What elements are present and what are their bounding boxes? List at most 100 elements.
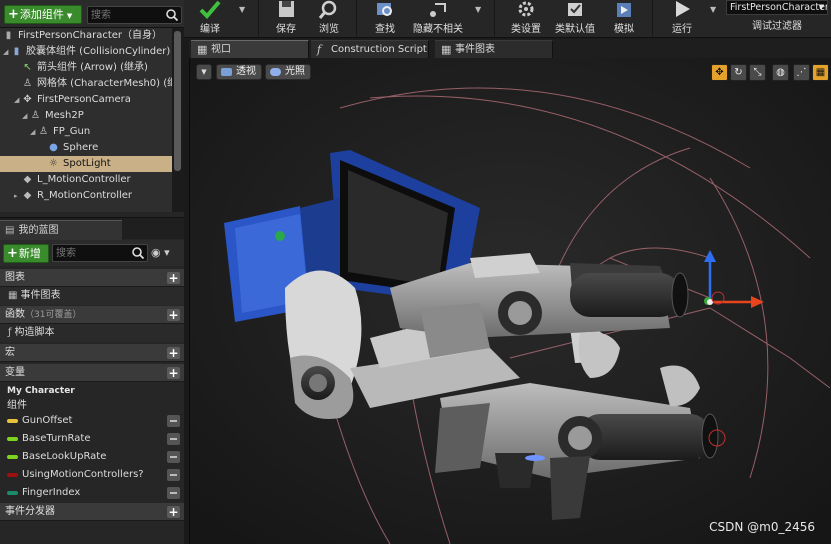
add-event-dispatcher-button[interactable]: +	[167, 506, 180, 518]
grid-snap-icon[interactable]: ▦	[812, 64, 829, 81]
class-settings-button[interactable]: 类设置	[506, 0, 546, 38]
hide-unrelated-chevron-icon[interactable]: ▼	[475, 5, 481, 14]
construction-script-item[interactable]: ƒ 构造脚本	[0, 324, 184, 342]
tree-scrollbar[interactable]	[172, 28, 184, 212]
rotate-tool-icon[interactable]: ↻	[730, 64, 747, 81]
section-variables[interactable]: 变量 +	[0, 364, 184, 382]
scale-tool-icon[interactable]: ⤡	[749, 64, 766, 81]
visibility-toggle-icon[interactable]	[167, 433, 180, 445]
mesh-icon: ♙	[31, 110, 40, 121]
variable-base-turn-rate[interactable]: BaseTurnRate	[0, 430, 184, 448]
toolbar-separator	[494, 0, 495, 38]
expand-arrow-icon: ◢	[3, 48, 9, 56]
editor-tabs: ▦ 视口 f Construction Script ▦ 事件图表	[189, 39, 831, 58]
tree-item-spotlight[interactable]: ☼ SpotLight	[0, 156, 172, 172]
components-tree: ▮ FirstPersonCharacter（自身） ◢ ▮ 胶囊体组件 (Colli…	[0, 28, 172, 212]
add-graph-button[interactable]: +	[167, 272, 180, 284]
toolbar-separator	[356, 0, 357, 38]
variable-type-pill	[7, 455, 18, 459]
tree-item-mesh2p[interactable]: ◢ ♙ Mesh2P	[0, 108, 172, 124]
world-local-toggle-icon[interactable]: ◍	[772, 64, 789, 81]
variable-type-pill	[7, 437, 18, 441]
class-defaults-button[interactable]: 类默认值	[552, 0, 598, 38]
variable-gun-offset[interactable]: GunOffset	[0, 412, 184, 430]
tab-viewport[interactable]: ▦ 视口	[191, 40, 309, 58]
viewport-scene[interactable]	[190, 58, 831, 544]
tree-item-l-motion-controller[interactable]: ◆ L_MotionController	[0, 172, 172, 188]
class-settings-gear-icon	[518, 1, 534, 17]
viewport[interactable]: ▼ 透视 光照 ✥ ↻ ⤡ ◍ ⋰ ▦ CSDN @m0_2456	[189, 58, 831, 544]
surface-snapping-icon[interactable]: ⋰	[793, 64, 810, 81]
sphere-icon: ●	[49, 142, 58, 153]
translate-tool-icon[interactable]: ✥	[711, 64, 728, 81]
tree-item-first-person-camera[interactable]: ◢ ✥ FirstPersonCamera	[0, 92, 172, 108]
book-icon: ▤	[5, 225, 15, 236]
tree-item-root[interactable]: ▮ FirstPersonCharacter（自身）	[0, 28, 172, 44]
tree-item-collision-cylinder[interactable]: ◢ ▮ 胶囊体组件 (CollisionCylinder) (继	[0, 44, 172, 60]
compile-button[interactable]: 编译	[190, 0, 230, 38]
variable-using-motion-controllers[interactable]: UsingMotionControllers?	[0, 466, 184, 484]
plus-icon: +	[8, 7, 19, 22]
category-my-character[interactable]: My Character	[0, 383, 184, 399]
expand-arrow-icon: ▸	[14, 192, 18, 200]
section-graphs[interactable]: 图表 +	[0, 269, 184, 287]
my-blueprint-search[interactable]	[52, 244, 148, 262]
chevron-down-icon: ▼	[66, 12, 73, 20]
event-graph-item[interactable]: ▦ 事件图表	[0, 287, 184, 305]
search-icon	[132, 247, 145, 260]
play-icon	[676, 1, 690, 17]
tree-item-sphere[interactable]: ● Sphere	[0, 140, 172, 156]
visibility-toggle-icon[interactable]	[167, 469, 180, 481]
variable-type-pill	[7, 491, 18, 495]
visibility-toggle-icon[interactable]	[167, 487, 180, 499]
perspective-view-button[interactable]: 透视	[216, 64, 262, 80]
visibility-toggle-icon[interactable]	[167, 451, 180, 463]
save-button[interactable]: 保存	[268, 0, 304, 38]
browse-button[interactable]: 浏览	[311, 0, 347, 38]
section-functions[interactable]: 函数（31可覆盖） +	[0, 306, 184, 324]
perspective-icon	[221, 68, 232, 76]
viewport-options-menu[interactable]: ▼	[196, 64, 212, 80]
left-panel: +添加组件▼ ▮FirstPersonCharacter（自身） ◢▮胶囊体组件…	[0, 0, 184, 544]
add-function-button[interactable]: +	[167, 309, 180, 321]
variable-finger-index[interactable]: FingerIndex	[0, 484, 184, 502]
variable-type-pill	[7, 473, 18, 477]
add-macro-button[interactable]: +	[167, 347, 180, 359]
view-options-eye-icon[interactable]: ◉ ▾	[151, 246, 170, 259]
tree-item-fp-gun[interactable]: ◢ ♙ FP_Gun	[0, 124, 172, 140]
hide-unrelated-button[interactable]: 隐藏不相关	[410, 0, 466, 38]
components-search[interactable]	[87, 6, 182, 24]
watermark-text: CSDN @m0_2456	[709, 520, 815, 534]
lit-sphere-icon	[270, 68, 281, 76]
debug-object-select[interactable]: FirstPersonCharacter ▼	[726, 0, 828, 15]
viewport-icon: ▦	[197, 43, 208, 56]
run-button[interactable]: 运行	[662, 0, 702, 38]
tab-event-graph[interactable]: ▦ 事件图表	[435, 40, 553, 58]
components-toolbar: +添加组件 ▼	[0, 0, 184, 28]
scrollbar-thumb[interactable]	[174, 31, 181, 171]
simulate-icon	[617, 3, 631, 17]
lit-mode-button[interactable]: 光照	[265, 64, 311, 80]
simulate-button[interactable]: 模拟	[604, 0, 644, 38]
tab-my-blueprint[interactable]: ▤ 我的蓝图	[0, 220, 122, 240]
variable-base-look-up-rate[interactable]: BaseLookUpRate	[0, 448, 184, 466]
main-toolbar: 编译 ▼ 保存 浏览 查找 隐藏不相关 ▼ 类设置 类默认值 模拟 运行 ▼ F…	[184, 0, 831, 38]
section-macros[interactable]: 宏 +	[0, 344, 184, 362]
section-event-dispatchers[interactable]: 事件分发器 +	[0, 503, 184, 521]
expand-arrow-icon: ◢	[22, 112, 28, 120]
tree-item-character-mesh[interactable]: ♙网格体 (CharacterMesh0) (继承	[0, 76, 172, 92]
find-icon	[377, 3, 392, 16]
run-options-chevron-icon[interactable]: ▼	[710, 5, 716, 14]
add-component-button[interactable]: +添加组件 ▼	[4, 5, 82, 24]
graph-icon: ▦	[441, 43, 452, 56]
tree-item-r-motion-controller[interactable]: ▸ ◆ R_MotionController	[0, 188, 172, 204]
visibility-toggle-icon[interactable]	[167, 415, 180, 427]
tree-item-arrow[interactable]: ↖ 箭头组件 (Arrow) (继承)	[0, 60, 172, 76]
function-icon: f	[317, 43, 322, 56]
compile-options-chevron-icon[interactable]: ▼	[239, 5, 245, 14]
find-button[interactable]: 查找	[367, 0, 403, 38]
tab-construction-script[interactable]: f Construction Script	[311, 40, 429, 58]
add-new-button[interactable]: +新增▼	[3, 244, 49, 276]
add-variable-button[interactable]: +	[167, 367, 180, 379]
compile-check-icon	[199, 0, 221, 19]
